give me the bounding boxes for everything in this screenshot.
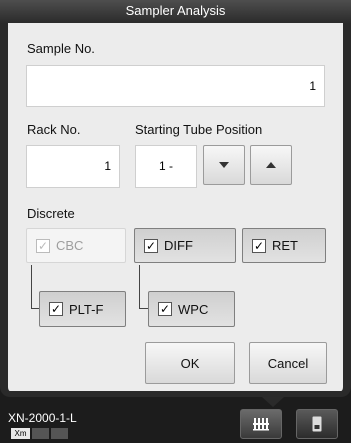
sampler-button[interactable]: [240, 409, 282, 439]
module-badge: [51, 428, 68, 439]
ret-checkbox[interactable]: ✓ RET: [242, 228, 326, 263]
diff-checkbox[interactable]: ✓ DIFF: [134, 228, 236, 263]
sample-no-label: Sample No.: [27, 41, 95, 56]
wpc-checkbox[interactable]: ✓ WPC: [148, 291, 235, 327]
discrete-label: Discrete: [27, 206, 75, 221]
ret-label: RET: [272, 238, 298, 253]
diff-label: DIFF: [164, 238, 193, 253]
arrow-down-icon: [219, 162, 229, 168]
checkbox-icon: ✓: [252, 238, 266, 253]
starting-tube-position-label: Starting Tube Position: [135, 122, 263, 137]
device-button[interactable]: [296, 409, 338, 439]
checkbox-icon: ✓: [36, 238, 50, 253]
device-name: XN-2000-1-L: [8, 411, 77, 425]
arrow-up-icon: [266, 162, 276, 168]
tree-connector: [31, 265, 39, 309]
sample-no-field[interactable]: 1: [26, 65, 325, 107]
ok-button[interactable]: OK: [145, 342, 235, 384]
decrement-button[interactable]: [203, 145, 245, 185]
cbc-label: CBC: [56, 238, 84, 253]
window-title: Sampler Analysis: [0, 0, 351, 23]
cbc-checkbox: ✓ CBC: [26, 228, 126, 263]
checkbox-icon: ✓: [144, 238, 158, 253]
tree-connector: [139, 265, 148, 309]
checkbox-icon: ✓: [158, 302, 172, 316]
plt-f-checkbox[interactable]: ✓ PLT-F: [39, 291, 126, 327]
increment-button[interactable]: [250, 145, 292, 185]
module-badge: Xm: [11, 428, 30, 439]
sampler-icon: [253, 418, 269, 431]
rack-no-field[interactable]: 1: [26, 145, 120, 188]
device-icon: [312, 416, 322, 432]
cancel-button[interactable]: Cancel: [249, 342, 327, 384]
rack-no-label: Rack No.: [27, 122, 81, 137]
wpc-label: WPC: [178, 301, 209, 317]
plt-f-label: PLT-F: [69, 301, 104, 317]
tube-position-field[interactable]: 1 -: [135, 145, 197, 188]
checkbox-icon: ✓: [49, 302, 63, 316]
dialog-pointer: [262, 397, 284, 407]
module-badge: [32, 428, 49, 439]
